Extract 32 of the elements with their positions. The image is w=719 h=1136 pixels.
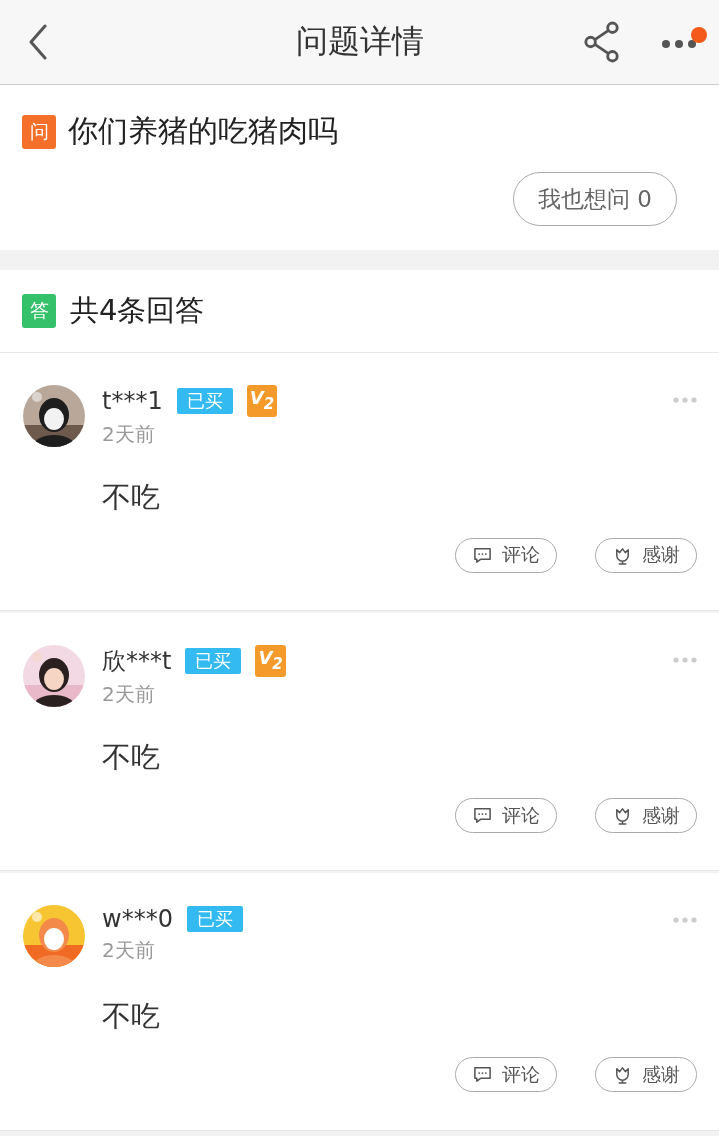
answer-time: 2天前 bbox=[102, 420, 156, 448]
answer-text: 不吃 bbox=[102, 478, 161, 516]
level-badge: V$_{2}$ bbox=[246, 385, 278, 417]
page-title: 问题详情 bbox=[295, 21, 424, 62]
comment-icon bbox=[472, 545, 492, 565]
answer-time: 2天前 bbox=[102, 681, 156, 708]
question-badge: 问 bbox=[22, 114, 56, 149]
purchased-badge: 已买 bbox=[176, 387, 233, 414]
thanks-button[interactable]: 感谢 bbox=[595, 537, 697, 573]
answers-count: 共4条回答 bbox=[70, 292, 205, 329]
back-icon[interactable] bbox=[28, 24, 48, 60]
answer-text: 不吃 bbox=[102, 998, 161, 1035]
comment-button[interactable]: 评论 bbox=[455, 798, 557, 833]
answer-time: 2天前 bbox=[102, 937, 156, 964]
more-icon[interactable] bbox=[661, 39, 697, 49]
share-icon[interactable] bbox=[583, 21, 621, 63]
thanks-button[interactable]: 感谢 bbox=[595, 1057, 697, 1092]
answer-text: 不吃 bbox=[102, 739, 161, 776]
comment-button[interactable]: 评论 bbox=[455, 1057, 557, 1092]
username: t***1 bbox=[102, 386, 163, 415]
answer-badge: 答 bbox=[22, 294, 56, 328]
comment-icon bbox=[472, 1065, 492, 1084]
comment-icon bbox=[472, 806, 492, 825]
question-text: 你们养猪的吃猪肉吗 bbox=[68, 112, 338, 150]
purchased-badge: 已买 bbox=[185, 648, 242, 674]
username: w***0 bbox=[102, 905, 173, 933]
ask-too-button[interactable]: 我也想问 0 bbox=[513, 172, 677, 226]
level-badge: V$_{2}$ bbox=[255, 645, 286, 677]
purchased-badge: 已买 bbox=[186, 906, 243, 932]
comment-button[interactable]: 评论 bbox=[455, 537, 557, 573]
username: 欣***t bbox=[102, 646, 172, 677]
thanks-button[interactable]: 感谢 bbox=[595, 798, 697, 833]
